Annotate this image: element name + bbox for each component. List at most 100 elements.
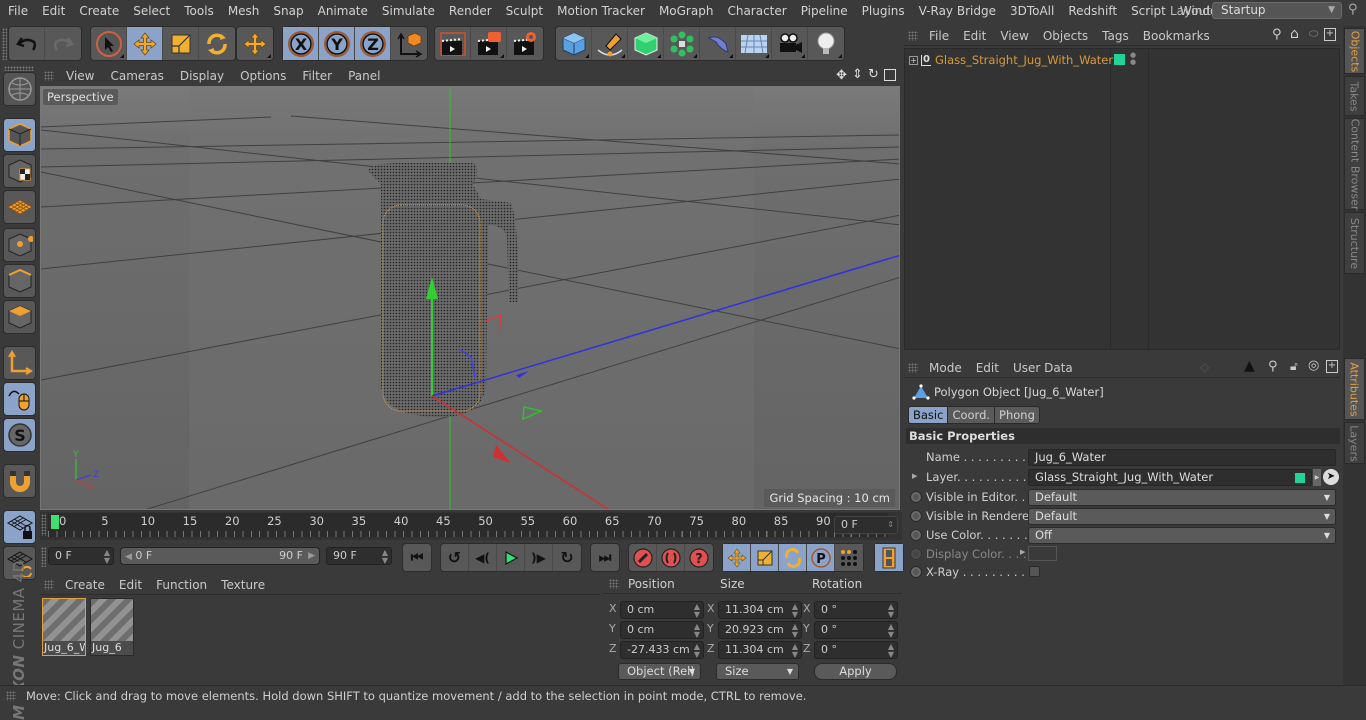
menu-mesh[interactable]: Mesh <box>221 4 267 18</box>
material-menu-edit[interactable]: Edit <box>112 578 149 592</box>
key-pla-button[interactable] <box>835 544 863 571</box>
tab-objects[interactable]: Objects <box>1344 28 1365 74</box>
left-toolbar-grip[interactable] <box>4 66 34 71</box>
toolbar-grip[interactable] <box>2 28 7 60</box>
tab-layers[interactable]: Layers <box>1344 422 1365 464</box>
up-arrow-icon[interactable]: ▲ <box>1244 358 1255 374</box>
start-frame-field[interactable]: 0 F ▲ ▼ <box>48 547 114 565</box>
object-row[interactable]: + 0 Glass_Straight_Jug_With_Water ● ● <box>905 51 1341 69</box>
coordinate-system-button[interactable] <box>391 27 427 60</box>
menu-sculpt[interactable]: Sculpt <box>499 4 550 18</box>
lock-workplane-button[interactable] <box>3 510 36 544</box>
tab-basic[interactable]: Basic <box>909 407 949 423</box>
object-menu-tags[interactable]: Tags <box>1095 29 1136 43</box>
goto-prev-key-button[interactable]: ↺ <box>441 544 469 571</box>
3d-viewport[interactable]: Y Z X Perspective Grid Spacing : 10 cm <box>40 86 900 510</box>
size-y-field[interactable]: 20.923 cm ▲ ▼ <box>718 621 802 639</box>
camera-label[interactable]: Perspective <box>43 89 118 105</box>
snap-button[interactable]: S <box>3 418 36 452</box>
tab-coord[interactable]: Coord. <box>948 407 996 423</box>
rotate-tool-button[interactable] <box>199 27 235 60</box>
goto-end-button[interactable]: ⏭ <box>591 544 619 571</box>
polygons-mode-button[interactable] <box>3 300 36 334</box>
material-item[interactable]: Jug_6_W <box>42 598 86 656</box>
camera-button[interactable] <box>772 27 808 60</box>
toggle-view-icon[interactable] <box>884 69 896 81</box>
enable-axis-button[interactable] <box>3 346 36 380</box>
material-grip[interactable] <box>44 579 54 590</box>
tab-takes[interactable]: Takes <box>1344 76 1365 116</box>
size-x-field[interactable]: 11.304 cm ▲ ▼ <box>718 601 802 619</box>
menu-mograph[interactable]: MoGraph <box>652 4 721 18</box>
animate-radio[interactable] <box>910 529 922 541</box>
material-menu-function[interactable]: Function <box>149 578 214 592</box>
object-menu-file[interactable]: File <box>922 29 956 43</box>
tweak-mode-button[interactable] <box>3 382 36 416</box>
live-selection-button[interactable] <box>91 27 127 60</box>
model-mode-button[interactable] <box>3 118 36 152</box>
tab-structure[interactable]: Structure <box>1344 212 1365 274</box>
render-settings-button[interactable] <box>507 27 543 60</box>
viewport-menu-view[interactable]: View <box>58 69 102 83</box>
rotation-y-field[interactable]: 0 ° ▲ ▼ <box>814 621 898 639</box>
bend-deformer-button[interactable] <box>700 27 736 60</box>
step-back-button[interactable]: ◀( <box>469 544 497 571</box>
attribute-menu-mode[interactable]: Mode <box>922 361 969 375</box>
key-parameter-button[interactable]: P <box>807 544 835 571</box>
menu-edit[interactable]: Edit <box>35 4 72 18</box>
new-panel-icon[interactable]: + <box>1326 360 1338 373</box>
viewport-menu-display[interactable]: Display <box>172 69 232 83</box>
make-editable-button[interactable] <box>3 72 36 106</box>
key-scale-button[interactable] <box>751 544 779 571</box>
rotate-view-icon[interactable]: ↻ <box>868 67 879 82</box>
tab-content-browser[interactable]: Content Browser <box>1344 118 1365 210</box>
menu-vray-bridge[interactable]: V-Ray Bridge <box>912 4 1003 18</box>
object-menu-objects[interactable]: Objects <box>1036 29 1095 43</box>
key-position-button[interactable] <box>723 544 751 571</box>
subdivision-surface-button[interactable] <box>628 27 664 60</box>
record-button[interactable] <box>629 544 657 571</box>
attribute-menu-user-data[interactable]: User Data <box>1006 361 1080 375</box>
viewport-menu-filter[interactable]: Filter <box>294 69 340 83</box>
end-frame-field[interactable]: 90 F ▲ ▼ <box>326 547 392 565</box>
y-axis-lock-button[interactable]: Y <box>319 27 355 60</box>
current-frame-field[interactable]: 0 F ⇕ <box>834 516 898 534</box>
animate-radio[interactable] <box>910 491 922 503</box>
magnet-button[interactable] <box>3 464 36 498</box>
play-button[interactable] <box>497 544 525 571</box>
history-icon[interactable]: ◇ <box>1200 360 1209 374</box>
xray-checkbox[interactable] <box>1029 566 1040 577</box>
layer-menu-arrow-icon[interactable]: ▶ <box>1313 469 1321 486</box>
range-left-arrow-icon[interactable]: ◀ <box>125 552 132 562</box>
name-input[interactable]: Jug_6_Water <box>1028 449 1336 466</box>
visible-in-renderer-dropdown[interactable]: Default ▼ <box>1028 508 1336 525</box>
display-color-swatch[interactable] <box>1028 546 1057 561</box>
tab-phong[interactable]: Phong <box>995 407 1039 423</box>
object-grip[interactable] <box>908 30 918 41</box>
goto-next-key-button[interactable]: ↻ <box>553 544 581 571</box>
material-item[interactable]: Jug_6 <box>90 598 134 656</box>
attribute-grip[interactable] <box>908 362 918 373</box>
playhead[interactable] <box>51 515 59 529</box>
material-menu-texture[interactable]: Texture <box>214 578 272 592</box>
timeline-button[interactable] <box>875 544 903 571</box>
position-y-field[interactable]: 0 cm ▲ ▼ <box>620 621 704 639</box>
range-right-arrow-icon[interactable]: ▶ <box>308 548 315 564</box>
x-axis-lock-button[interactable]: X <box>283 27 319 60</box>
render-view-button[interactable] <box>435 27 471 60</box>
use-color-dropdown[interactable]: Off ▼ <box>1028 527 1336 544</box>
goto-start-button[interactable]: ⏮ <box>403 544 431 571</box>
keyframe-selection-button[interactable]: ? <box>685 544 713 571</box>
search-icon[interactable]: ⚲ <box>1348 2 1358 17</box>
floor-button[interactable] <box>736 27 772 60</box>
coordinates-grip[interactable] <box>609 579 619 589</box>
target-icon[interactable]: ◎ <box>1308 358 1319 373</box>
scale-tool-button[interactable] <box>163 27 199 60</box>
apply-button[interactable]: Apply <box>814 663 897 680</box>
animate-radio[interactable] <box>910 566 922 578</box>
search-icon[interactable]: ⚲ <box>1268 359 1278 374</box>
position-z-field[interactable]: -27.433 cm ▲ ▼ <box>620 641 704 659</box>
z-axis-lock-button[interactable]: Z <box>355 27 391 60</box>
rotation-x-field[interactable]: 0 ° ▲ ▼ <box>814 601 898 619</box>
size-z-field[interactable]: 11.304 cm ▲ ▼ <box>718 641 802 659</box>
